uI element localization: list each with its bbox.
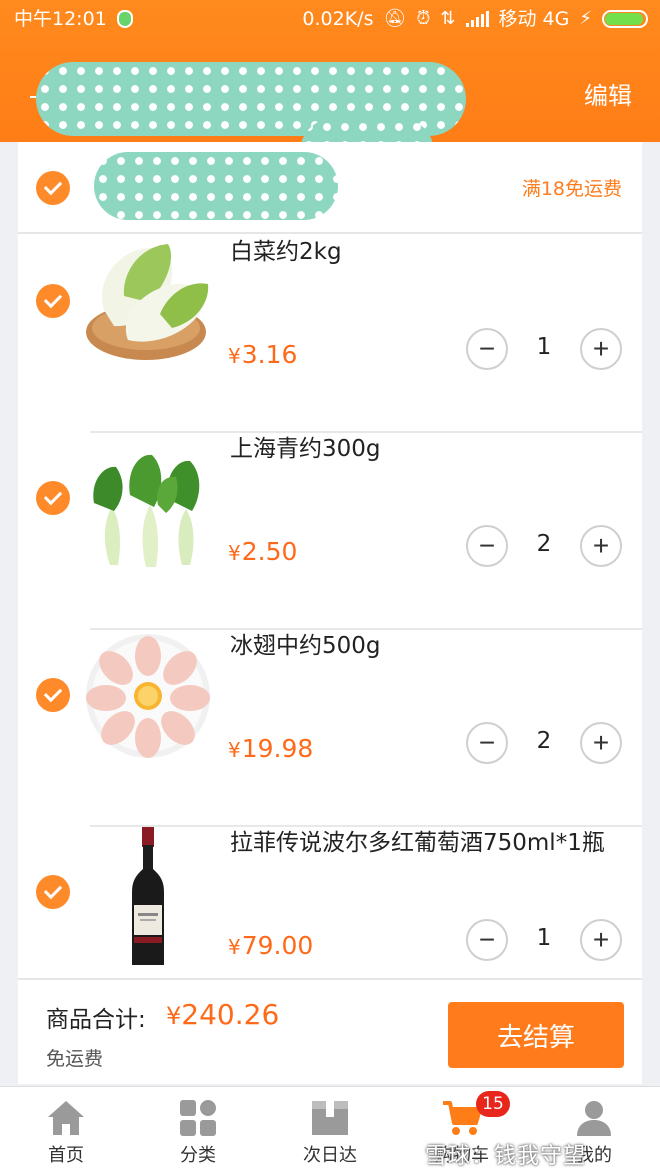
checkout-button[interactable]: 去结算 (448, 1002, 624, 1068)
currency-symbol: ¥ (228, 935, 241, 959)
cart-item: 白菜约2kg ¥3.16 − 1 + (18, 236, 642, 433)
category-grid-icon (180, 1100, 216, 1136)
free-shipping-note: 满18免运费 (521, 178, 622, 200)
currency-symbol: ¥ (228, 541, 241, 565)
bok-choy-image[interactable] (84, 447, 212, 575)
shipping-fee-label: 免运费 (46, 1048, 104, 1070)
cart-count-badge: 15 (476, 1091, 510, 1117)
cart-item: 冰翅中约500g ¥19.98 − 2 + (18, 630, 642, 827)
quantity-value[interactable]: 2 (518, 728, 570, 754)
item-select-checkbox[interactable] (36, 875, 70, 909)
mute-bell-icon: 🔕︎ (383, 8, 407, 29)
item-name[interactable]: 冰翅中约500g (230, 630, 630, 663)
charging-bolt-icon: ⚡︎ (579, 8, 592, 29)
watermark: 雪球：钱我守望 (425, 1144, 587, 1169)
price-value: 19.98 (241, 734, 314, 763)
item-price: ¥3.16 (228, 340, 297, 369)
carrier-label: 移动 4G (498, 8, 570, 30)
currency-symbol: ¥ (228, 344, 241, 368)
item-select-checkbox[interactable] (36, 481, 70, 515)
nav-label: 次日达 (303, 1145, 357, 1166)
network-speed: 0.02K/s (302, 8, 374, 30)
privacy-scribble-shop-name (94, 152, 338, 220)
status-bar: 中午12:01 0.02K/s 🔕︎ ⏰︎ ⇅ 移动 4G ⚡︎ (0, 0, 660, 38)
item-name[interactable]: 上海青约300g (230, 433, 630, 466)
total-amount: ¥240.26 (166, 998, 279, 1031)
item-name[interactable]: 拉菲传说波尔多红葡萄酒750ml*1瓶 (230, 827, 630, 860)
nav-category[interactable]: 分类 (132, 1087, 264, 1173)
quantity-value[interactable]: 2 (518, 531, 570, 557)
red-wine-bottle-image[interactable] (84, 827, 212, 967)
shop-select-checkbox[interactable] (36, 171, 70, 205)
increase-quantity-button[interactable]: + (580, 722, 622, 764)
home-icon (48, 1101, 84, 1135)
order-summary-bar: 商品合计: ¥240.26 免运费 去结算 (18, 978, 642, 1084)
napa-cabbage-image[interactable] (84, 236, 212, 364)
item-select-checkbox[interactable] (36, 678, 70, 712)
nav-home[interactable]: 首页 (0, 1087, 132, 1173)
item-price: ¥2.50 (228, 537, 297, 566)
edit-button[interactable]: 编辑 (584, 76, 632, 111)
chicken-wings-image[interactable] (84, 632, 212, 760)
total-value: 240.26 (181, 998, 280, 1031)
data-transfer-icon: ⇅ (440, 8, 456, 29)
battery-icon (602, 10, 648, 28)
next-day-box-icon (312, 1101, 348, 1135)
item-select-checkbox[interactable] (36, 284, 70, 318)
price-value: 3.16 (241, 340, 298, 369)
decrease-quantity-button[interactable]: − (466, 328, 508, 370)
quantity-value[interactable]: 1 (518, 925, 570, 951)
status-time: 中午12:01 (14, 8, 107, 30)
quantity-value[interactable]: 1 (518, 334, 570, 360)
currency-symbol: ¥ (228, 738, 241, 762)
total-label: 商品合计: (46, 1007, 146, 1033)
increase-quantity-button[interactable]: + (580, 525, 622, 567)
price-value: 79.00 (241, 931, 314, 960)
decrease-quantity-button[interactable]: − (466, 919, 508, 961)
increase-quantity-button[interactable]: + (580, 328, 622, 370)
security-shield-icon (116, 10, 133, 28)
cart-panel: 满18免运费 白菜约2kg ¥3.16 − 1 + 上海青约300g ¥2.50… (18, 142, 642, 1084)
alarm-clock-icon: ⏰︎ (416, 8, 431, 29)
item-name[interactable]: 白菜约2kg (230, 236, 630, 269)
currency-symbol: ¥ (166, 1002, 182, 1030)
cart-item: 上海青约300g ¥2.50 − 2 + (18, 433, 642, 630)
nav-label: 首页 (48, 1145, 84, 1166)
decrease-quantity-button[interactable]: − (466, 722, 508, 764)
user-icon (577, 1101, 611, 1136)
nav-next-day[interactable]: 次日达 (264, 1087, 396, 1173)
nav-label: 分类 (180, 1145, 216, 1166)
price-value: 2.50 (241, 537, 298, 566)
item-price: ¥79.00 (228, 931, 313, 960)
item-price: ¥19.98 (228, 734, 313, 763)
decrease-quantity-button[interactable]: − (466, 525, 508, 567)
signal-strength-icon (465, 11, 489, 27)
increase-quantity-button[interactable]: + (580, 919, 622, 961)
